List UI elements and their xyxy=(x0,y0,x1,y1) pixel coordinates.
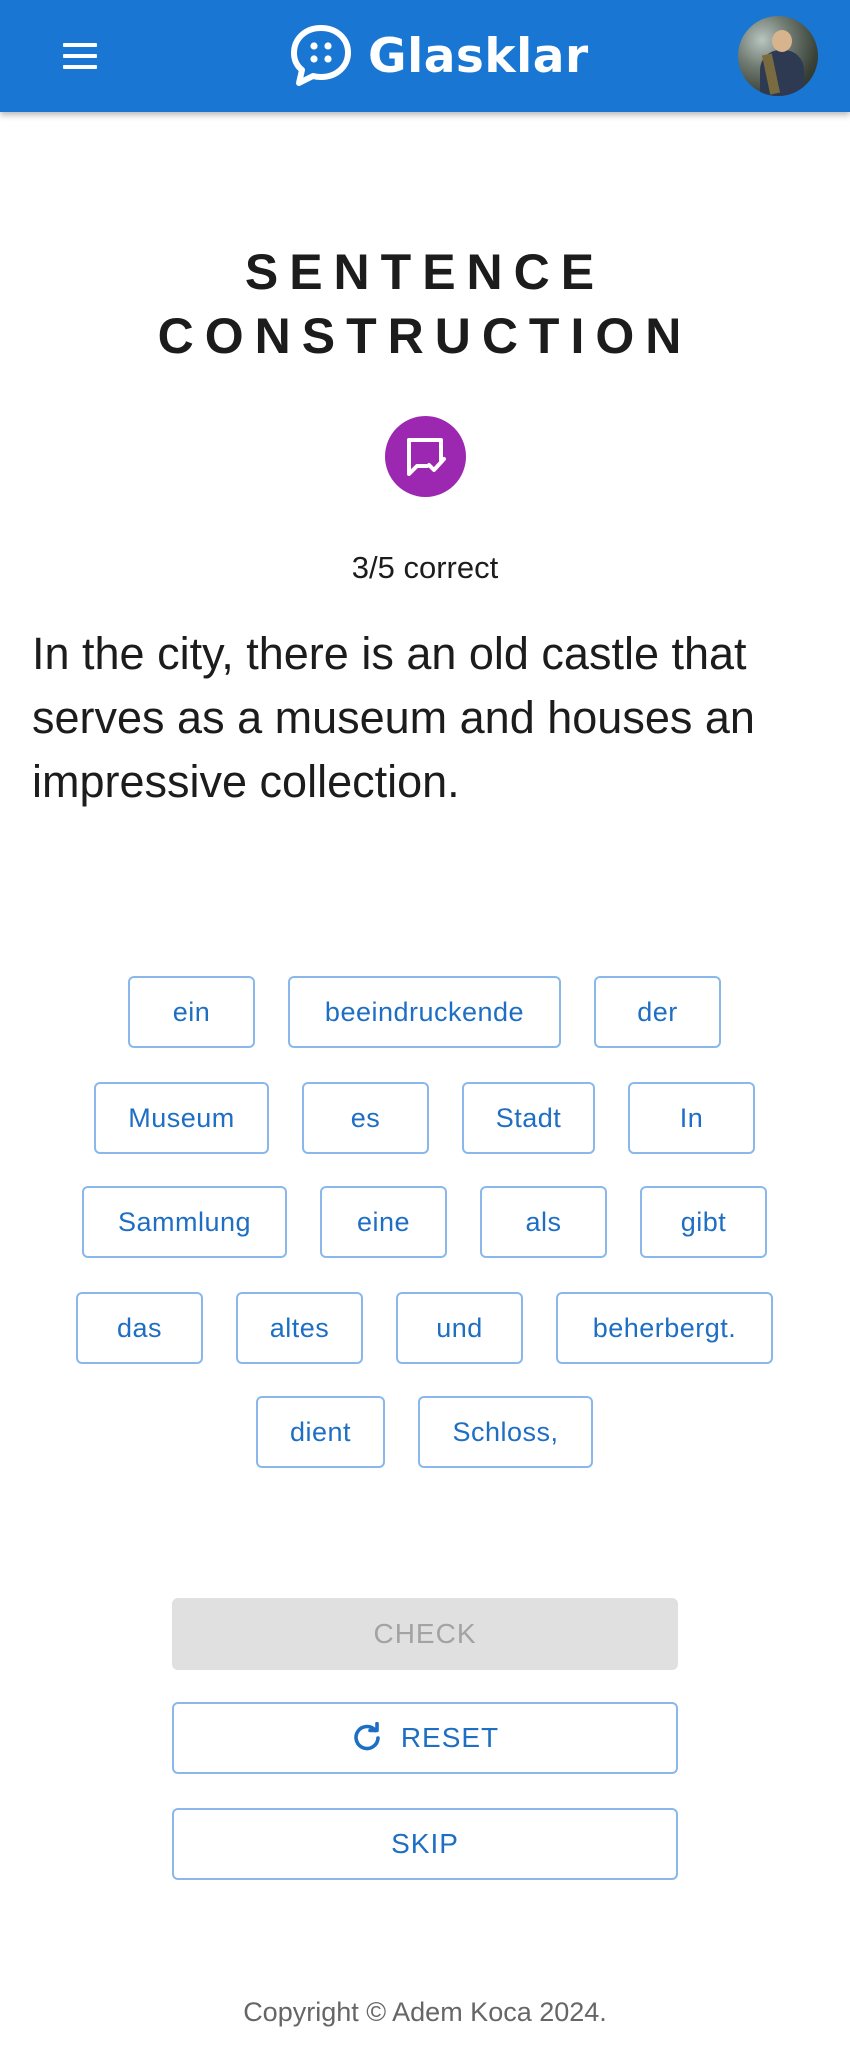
chat-check-icon xyxy=(385,416,466,497)
title-line-2: CONSTRUCTION xyxy=(157,308,693,364)
word-chip[interactable]: In xyxy=(628,1082,755,1154)
check-button[interactable]: CHECK xyxy=(172,1598,678,1670)
user-avatar[interactable] xyxy=(738,16,818,96)
word-chip[interactable]: gibt xyxy=(640,1186,767,1258)
word-chip[interactable]: Schloss, xyxy=(418,1396,593,1468)
brand-name: Glasklar xyxy=(368,28,589,84)
word-chip[interactable]: eine xyxy=(320,1186,447,1258)
app-bar: Glasklar xyxy=(0,0,850,112)
word-chip[interactable]: es xyxy=(302,1082,429,1154)
hamburger-menu-icon[interactable] xyxy=(46,26,114,86)
skip-button-label: SKIP xyxy=(391,1828,459,1859)
word-chip[interactable]: Museum xyxy=(94,1082,269,1154)
source-sentence: In the city, there is an old castle that… xyxy=(32,628,755,807)
reset-button[interactable]: RESET xyxy=(172,1702,678,1774)
word-chip[interactable]: dient xyxy=(256,1396,385,1468)
skip-button[interactable]: SKIP xyxy=(172,1808,678,1880)
title-line-1: SENTENCE xyxy=(244,244,606,300)
check-button-label: CHECK xyxy=(373,1618,477,1649)
word-chip[interactable]: das xyxy=(76,1292,203,1364)
reset-button-label: RESET xyxy=(400,1722,500,1753)
word-chip[interactable]: altes xyxy=(236,1292,363,1364)
refresh-icon xyxy=(354,1722,380,1751)
brand[interactable]: Glasklar xyxy=(288,20,589,92)
word-chip[interactable]: und xyxy=(396,1292,523,1364)
chat-bubble-logo-icon xyxy=(291,25,351,86)
word-chip[interactable]: Sammlung xyxy=(82,1186,287,1258)
word-chip[interactable]: der xyxy=(594,976,721,1048)
page-title: SENTENCE CONSTRUCTION xyxy=(0,240,850,368)
word-chip[interactable]: als xyxy=(480,1186,607,1258)
score-text: 3/5 correct xyxy=(351,550,499,585)
word-chip[interactable]: beherbergt. xyxy=(556,1292,773,1364)
footer-copyright: Copyright © Adem Koca 2024. xyxy=(243,1997,607,2027)
word-chip[interactable]: beeindruckende xyxy=(288,976,561,1048)
chat-check-glyph xyxy=(406,437,446,476)
word-chip[interactable]: ein xyxy=(128,976,255,1048)
word-chip[interactable]: Stadt xyxy=(462,1082,595,1154)
